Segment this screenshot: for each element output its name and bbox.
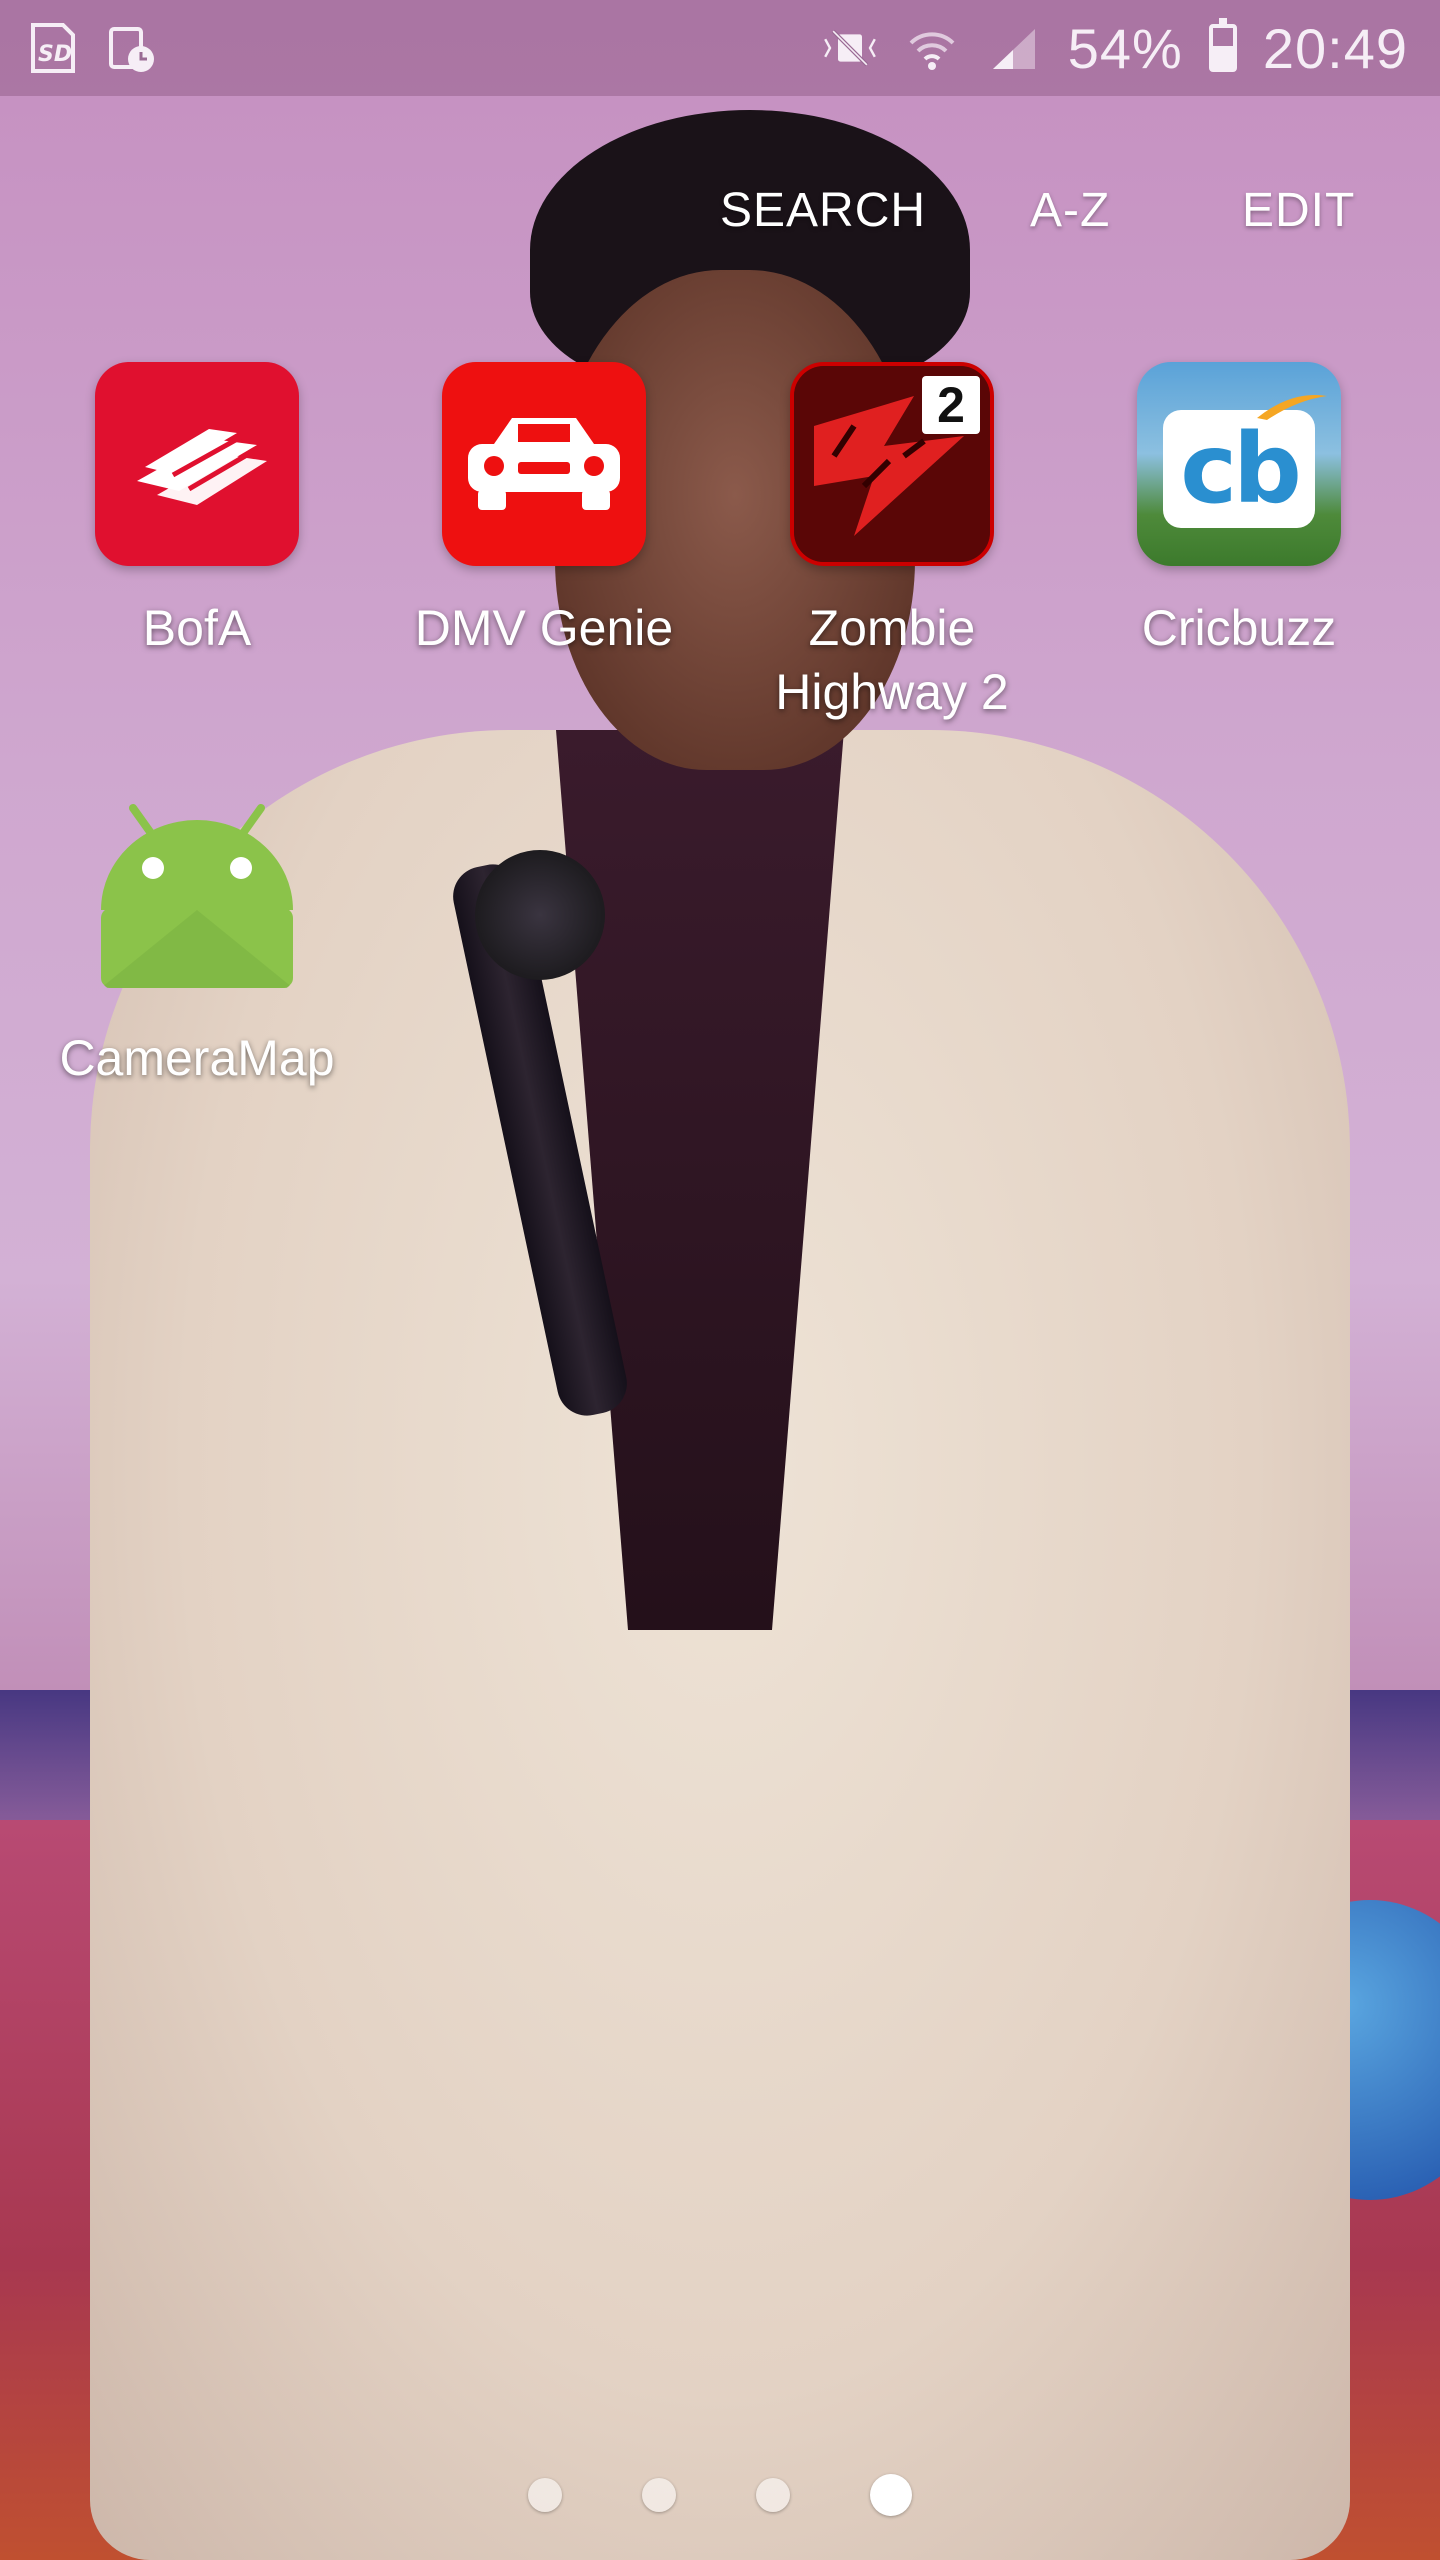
page-dot[interactable] [528, 2478, 562, 2512]
battery-fill [1212, 46, 1233, 68]
app-cameramap[interactable]: CameraMap [27, 792, 367, 1090]
status-time: 20:49 [1262, 16, 1408, 80]
app-label: Zombie Highway 2 [775, 600, 1009, 720]
app-label: Cricbuzz [1141, 600, 1337, 656]
app-label: DMV Genie [414, 600, 674, 656]
svg-text:SD: SD [38, 42, 72, 67]
page-dot-active[interactable] [870, 2474, 912, 2516]
status-bar-right: 54% 20:49 [822, 16, 1408, 81]
zombie-badge: 2 [922, 376, 980, 434]
app-bofa[interactable]: BofA [27, 362, 367, 660]
sd-card-icon: SD [22, 20, 78, 76]
status-bar: SD 54% 20:49 [0, 0, 1440, 96]
android-icon [95, 792, 299, 996]
app-cricbuzz[interactable]: cb Cricbuzz [1069, 362, 1409, 660]
car-icon [442, 362, 646, 566]
sort-az-button[interactable]: A-Z [1010, 183, 1130, 238]
app-label: CameraMap [59, 1030, 335, 1086]
screenshot-clock-icon [104, 20, 160, 76]
signal-icon [986, 20, 1042, 76]
app-zombie-highway-2[interactable]: 2 Zombie Highway 2 [722, 362, 1062, 724]
cricbuzz-icon: cb [1137, 362, 1341, 566]
app-label: BofA [142, 600, 252, 656]
page-dot[interactable] [642, 2478, 676, 2512]
wifi-icon [904, 20, 960, 76]
app-drawer-actions: SEARCH A-Z EDIT [0, 170, 1440, 250]
search-button[interactable]: SEARCH [700, 183, 946, 238]
battery-percent: 54% [1067, 16, 1183, 80]
edit-button[interactable]: EDIT [1222, 183, 1375, 238]
page-dot[interactable] [756, 2478, 790, 2512]
wallpaper-microphone-head [475, 850, 605, 980]
app-dmv-genie[interactable]: DMV Genie [374, 362, 714, 660]
cricbuzz-swoosh-icon [1257, 394, 1327, 420]
battery-icon [1208, 18, 1237, 72]
zombie-highway-icon: 2 [790, 362, 994, 566]
status-bar-left: SD [22, 20, 160, 76]
vibrate-mute-icon [822, 20, 878, 76]
cricbuzz-badge: cb [1163, 410, 1315, 528]
bofa-flag-icon [95, 362, 299, 566]
page-indicator [0, 2470, 1440, 2520]
